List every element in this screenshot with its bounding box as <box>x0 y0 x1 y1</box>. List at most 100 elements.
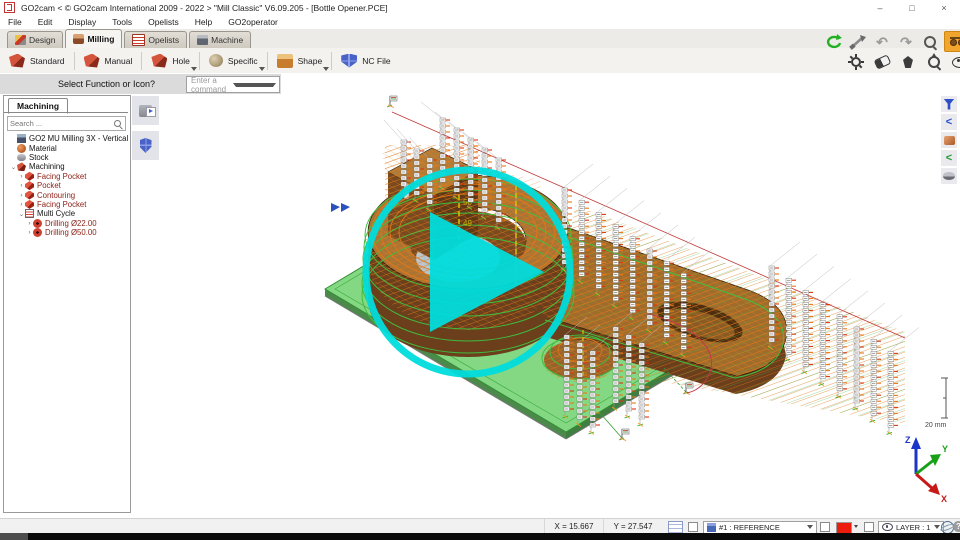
tree-item-label: Facing Pocket <box>37 200 86 209</box>
tab-row: Design Milling Opelists Machine <box>0 29 960 49</box>
search-icon <box>114 120 121 127</box>
tree-item-go2-mu-milling-3x-vertical[interactable]: GO2 MU Milling 3X - Vertical <box>4 134 128 143</box>
standard-button[interactable]: Standard <box>0 48 74 73</box>
redo-icon[interactable]: ↷ <box>896 33 916 51</box>
nc-file-button[interactable]: NC File <box>332 48 399 73</box>
expand-arrow-icon[interactable]: ⌄ <box>18 210 25 218</box>
solid-view-button[interactable] <box>941 132 957 148</box>
collapse-arrow-icon[interactable]: › <box>26 220 33 227</box>
collapse-blue-button[interactable]: < <box>941 114 957 130</box>
chevron-down-icon[interactable] <box>259 67 265 71</box>
menu-go2operator[interactable]: GO2operator <box>220 17 286 27</box>
clean-brush-icon[interactable] <box>898 53 918 71</box>
solid-cube-icon <box>944 136 955 145</box>
stock-view-button[interactable] <box>941 168 957 184</box>
tree-item-label: Multi Cycle <box>37 209 75 218</box>
layer-checkbox[interactable] <box>864 522 874 532</box>
collapse-arrow-icon[interactable]: › <box>18 201 25 208</box>
post-processor-button[interactable] <box>132 131 159 160</box>
menu-file[interactable]: File <box>0 17 30 27</box>
menu-edit[interactable]: Edit <box>30 17 61 27</box>
color-dropdown-arrow-icon[interactable] <box>854 525 858 528</box>
current-color-swatch[interactable] <box>836 522 852 534</box>
menu-bar: FileEditDisplayToolsOpelistsHelpGO2opera… <box>0 15 960 29</box>
zoom-search-icon[interactable] <box>920 33 940 51</box>
eraser-icon[interactable] <box>872 53 892 71</box>
undo-icon[interactable]: ↶ <box>872 33 892 51</box>
x-coordinate-readout: X = 15.667 <box>544 519 603 534</box>
simulation-play-icon <box>139 105 152 117</box>
specific-button[interactable]: Specific <box>200 48 267 73</box>
close-button[interactable]: × <box>928 1 960 15</box>
tab-opelists[interactable]: Opelists <box>124 31 187 48</box>
help-button[interactable]: ? <box>953 521 960 532</box>
collapse-arrow-icon[interactable]: › <box>18 182 25 189</box>
chevron-down-icon <box>934 525 940 529</box>
command-combobox[interactable]: Enter a command <box>186 76 280 93</box>
shield-icon <box>140 138 152 153</box>
manual-button[interactable]: Manual <box>75 48 142 73</box>
tree-item-stock[interactable]: Stock <box>4 153 128 162</box>
reference-checkbox[interactable] <box>688 522 698 532</box>
tree-item-drilling-22-00[interactable]: ›Drilling Ø22.00 <box>4 219 128 228</box>
tree-item-pocket[interactable]: ›Pocket <box>4 181 128 190</box>
shape-button[interactable]: Shape <box>268 48 332 73</box>
chevron-down-icon[interactable] <box>323 67 329 71</box>
minimize-button[interactable]: – <box>864 1 896 15</box>
tree-item-label: Facing Pocket <box>37 172 86 181</box>
zoom-extent-icon[interactable] <box>924 53 944 71</box>
menu-display[interactable]: Display <box>60 17 104 27</box>
tools-settings-icon[interactable] <box>846 53 866 71</box>
mach-icon <box>17 162 26 171</box>
collapse-arrow-icon[interactable]: › <box>18 192 25 199</box>
tree-item-label: Machining <box>29 162 65 171</box>
reference-select[interactable]: #1 : REFERENCE <box>703 521 817 534</box>
scale-bar: 20 mm <box>925 378 948 429</box>
color-checkbox[interactable] <box>820 522 830 532</box>
machining-tree: GO2 MU Milling 3X - VerticalMaterialStoc… <box>4 134 128 237</box>
video-progress-segment <box>0 533 28 540</box>
tree-item-material[interactable]: Material <box>4 143 128 152</box>
menu-tools[interactable]: Tools <box>104 17 140 27</box>
tab-design[interactable]: Design <box>7 31 63 48</box>
axis-x-label: X <box>941 494 947 504</box>
simulation-video-button[interactable] <box>132 96 159 125</box>
search-input[interactable] <box>8 118 114 129</box>
specific-icon <box>209 54 223 67</box>
bottom-video-bar <box>0 533 960 540</box>
tree-item-drilling-50-00[interactable]: ›Drilling Ø50.00 <box>4 228 128 237</box>
tree-item-contouring[interactable]: ›Contouring <box>4 190 128 199</box>
tree-item-multi-cycle[interactable]: ⌄ Multi Cycle <box>4 209 128 218</box>
drill-icon <box>33 228 42 237</box>
collapse-arrow-icon[interactable]: › <box>26 229 33 236</box>
dynamic-view-eye-icon[interactable] <box>950 53 960 71</box>
chevron-down-icon <box>233 83 277 87</box>
tab-milling[interactable]: Milling <box>65 29 122 48</box>
collapse-arrow-icon[interactable]: › <box>18 173 25 180</box>
maximize-button[interactable]: □ <box>896 1 928 15</box>
hole-button[interactable]: Hole <box>142 48 198 73</box>
quick-icons-row2 <box>846 53 960 71</box>
layer-select[interactable]: LAYER : 1 <box>878 521 944 534</box>
tab-label: Opelists <box>148 35 179 45</box>
drill-icon <box>33 219 42 228</box>
tab-label: Design <box>29 35 55 45</box>
menu-opelists[interactable]: Opelists <box>140 17 187 27</box>
tool-icon <box>9 54 25 68</box>
caliper-measure-icon[interactable] <box>848 33 868 51</box>
collapse-green-button[interactable]: < <box>941 150 957 166</box>
command-prompt-label: Select Function or Icon? <box>58 79 155 89</box>
chevron-down-icon[interactable] <box>191 67 197 71</box>
milling-icon <box>73 34 84 44</box>
regenerate-icon[interactable] <box>824 33 844 51</box>
origin-flag <box>387 96 397 108</box>
glasses-icon <box>950 37 960 46</box>
view-glasses-button[interactable] <box>944 31 960 52</box>
tree-item-facing-pocket[interactable]: › Facing Pocket <box>4 200 128 209</box>
menu-help[interactable]: Help <box>187 17 220 27</box>
expand-arrow-icon[interactable]: ⌄ <box>10 163 17 171</box>
tree-item-machining[interactable]: ⌄ Machining <box>4 162 128 171</box>
tree-item-facing-pocket[interactable]: › Facing Pocket <box>4 172 128 181</box>
tab-machine[interactable]: Machine <box>189 31 251 48</box>
filter-button[interactable] <box>941 96 957 112</box>
